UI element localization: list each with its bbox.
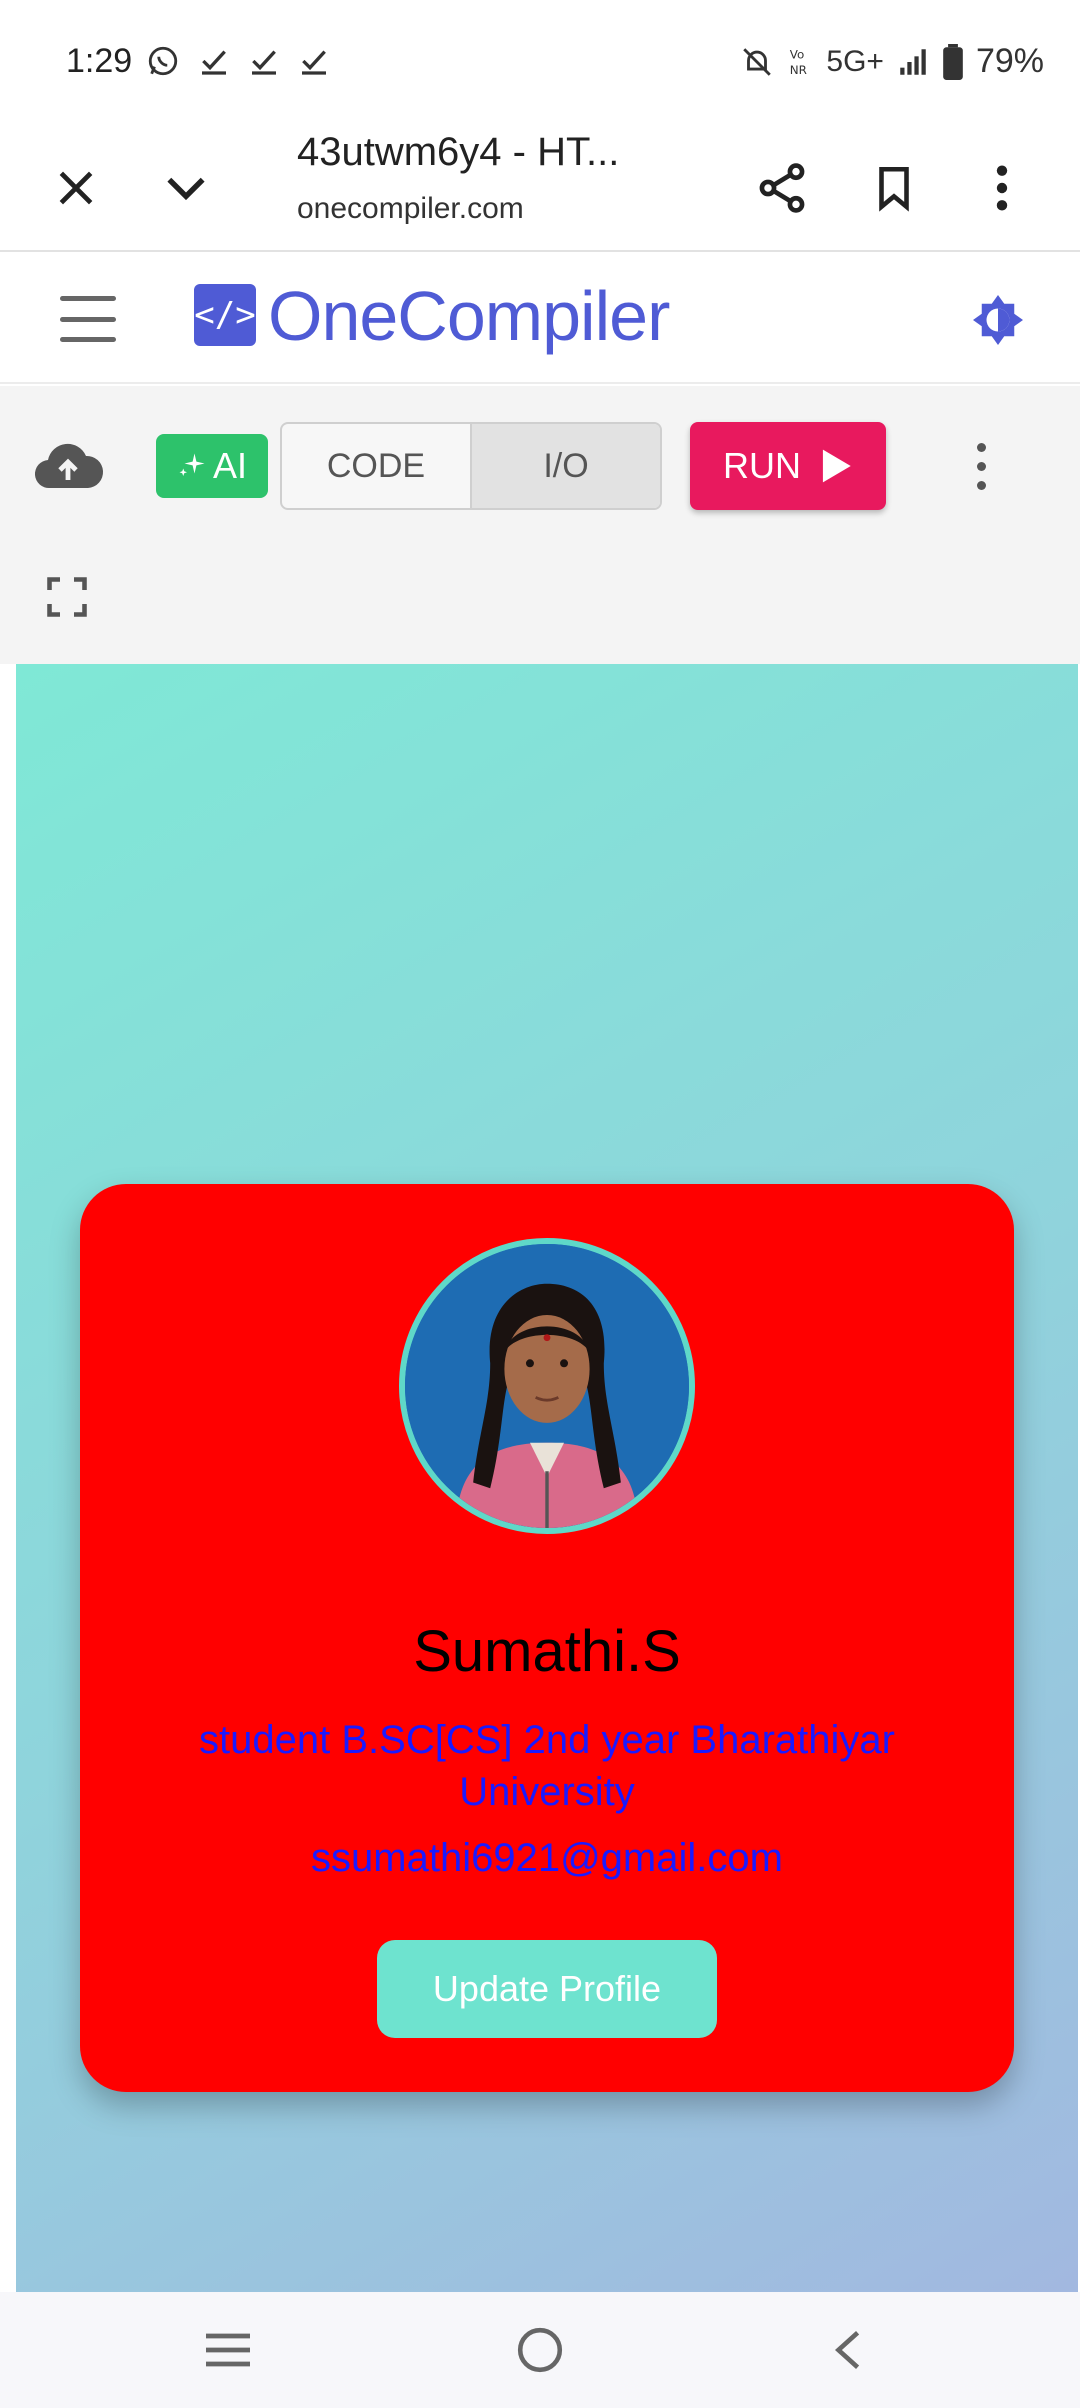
whatsapp-icon — [148, 46, 178, 76]
network-label: 5G+ — [826, 44, 884, 78]
view-toggle: CODE I/O — [280, 422, 662, 510]
upload-button[interactable] — [32, 436, 104, 496]
profile-card: Sumathi.S student B.SC[CS] 2nd year Bhar… — [80, 1184, 1014, 2092]
status-time: 1:29 — [66, 42, 133, 80]
svg-text:NR: NR — [790, 62, 807, 76]
minimize-button[interactable] — [148, 150, 224, 226]
back-icon — [834, 2331, 860, 2369]
notification-icons — [146, 44, 330, 78]
logo-text[interactable]: OneCompiler — [268, 276, 670, 356]
update-profile-button[interactable]: Update Profile — [377, 1940, 717, 2038]
profile-photo — [405, 1244, 689, 1528]
ai-button[interactable]: AI — [156, 434, 268, 498]
status-bar: 1:29 Vo NR 5G+ 79% — [0, 0, 1080, 122]
theme-toggle-icon — [973, 295, 1023, 345]
home-button[interactable] — [510, 2320, 570, 2380]
bookmark-button[interactable] — [856, 150, 932, 226]
battery-icon — [943, 43, 963, 80]
sparkle-icon — [179, 453, 205, 476]
check-icon — [302, 50, 326, 75]
profile-role: student B.SC[CS] 2nd year Bharathiyar Un… — [199, 1718, 895, 1814]
volte-icon: VoNR — [790, 47, 807, 76]
back-button[interactable] — [818, 2320, 878, 2380]
recents-button[interactable] — [198, 2320, 258, 2380]
page-title: 43utwm6y4 - HT... — [297, 130, 620, 174]
share-button[interactable] — [744, 150, 820, 226]
tab-code[interactable]: CODE — [282, 424, 470, 508]
home-icon — [517, 2327, 563, 2373]
system-icons: Vo NR 5G+ 79% — [740, 42, 1044, 81]
signal-icon — [900, 48, 926, 75]
navigation-bar — [0, 2292, 1080, 2408]
tab-io[interactable]: I/O — [470, 424, 660, 508]
editor-toolbar: AI CODE I/O RUN — [0, 386, 1080, 664]
svg-text:Vo: Vo — [790, 47, 805, 61]
logo-mark[interactable]: </> — [194, 284, 256, 346]
fullscreen-icon — [47, 577, 87, 617]
check-icon — [202, 50, 226, 75]
chevron-down-icon — [167, 177, 205, 201]
run-label: RUN — [723, 445, 801, 486]
browser-toolbar: 43utwm6y4 - HT... onecompiler.com — [0, 122, 1080, 252]
menu-icon[interactable] — [60, 296, 116, 342]
output-preview: Sumathi.S student B.SC[CS] 2nd year Bhar… — [16, 664, 1078, 2292]
profile-email: ssumathi6921@gmail.com — [311, 1836, 783, 1880]
close-button[interactable] — [38, 150, 114, 226]
recents-icon — [206, 2333, 250, 2367]
avatar — [399, 1238, 695, 1534]
share-icon — [759, 163, 805, 213]
site-header: </> OneCompiler — [0, 254, 1080, 384]
play-icon — [822, 449, 851, 483]
mute-icon — [743, 47, 772, 76]
theme-toggle-button[interactable] — [968, 290, 1028, 350]
battery-percentage: 79% — [975, 42, 1044, 80]
cloud-upload-icon — [34, 443, 104, 489]
more-options-button[interactable] — [964, 150, 1040, 226]
bookmark-icon — [879, 166, 909, 212]
more-vert-icon — [996, 165, 1008, 211]
profile-name: Sumathi.S — [413, 1619, 681, 1684]
fullscreen-button[interactable] — [46, 576, 88, 618]
page-url[interactable]: onecompiler.com — [297, 192, 524, 226]
check-icon — [252, 50, 276, 75]
more-vert-icon[interactable] — [966, 426, 996, 506]
close-icon — [59, 171, 93, 205]
ai-label: AI — [212, 445, 247, 486]
run-button[interactable]: RUN — [690, 422, 886, 510]
